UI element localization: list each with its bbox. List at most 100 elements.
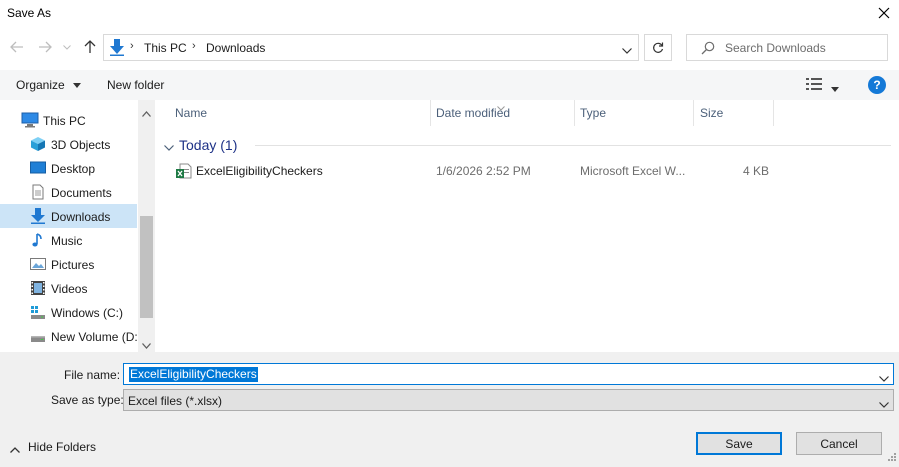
music-icon — [30, 232, 46, 248]
nav-item-label: Pictures — [51, 258, 95, 272]
nav-item-label: Music — [51, 234, 83, 248]
address-dropdown-button[interactable] — [622, 43, 632, 57]
save-as-type-dropdown-button[interactable] — [879, 397, 889, 411]
nav-item-label: This PC — [43, 114, 86, 128]
column-separator[interactable] — [773, 100, 774, 126]
file-size: 4 KB — [743, 164, 770, 178]
nav-item-label: Videos — [51, 282, 88, 296]
file-name-field[interactable]: ExcelEligibilityCheckers — [123, 363, 894, 385]
search-icon — [701, 41, 715, 58]
refresh-button[interactable] — [644, 34, 672, 61]
nav-item-label: Documents — [51, 186, 112, 200]
desktop-icon — [30, 160, 46, 176]
file-name-label: File name: — [64, 368, 121, 382]
back-button[interactable] — [8, 38, 26, 56]
save-as-type-label: Save as type: — [51, 393, 124, 407]
new-folder-button[interactable]: New folder — [107, 78, 164, 92]
arrow-left-icon — [10, 41, 23, 53]
nav-item-label: New Volume (D: — [51, 330, 137, 344]
breadcrumb-downloads[interactable]: Downloads — [206, 41, 265, 55]
breadcrumb-this-pc[interactable]: This PC — [144, 41, 187, 55]
group-collapse-button[interactable] — [164, 140, 174, 154]
navigation-pane: This PC 3D Objects Desktop Documents Dow… — [0, 100, 155, 352]
file-list: Name Date modified Type Size Today (1) E… — [155, 100, 899, 352]
column-separator[interactable] — [574, 100, 575, 126]
file-row[interactable]: ExcelEligibilityCheckers 1/6/2026 2:52 P… — [155, 160, 899, 182]
chevron-up-icon — [10, 442, 20, 456]
nav-item-this-pc[interactable]: This PC — [0, 108, 137, 132]
save-as-type-value: Excel files (*.xlsx) — [128, 394, 223, 408]
organize-label: Organize — [16, 78, 65, 92]
scroll-down-button[interactable] — [142, 338, 151, 352]
hide-folders-label: Hide Folders — [28, 440, 97, 454]
caret-down-icon — [831, 87, 839, 92]
breadcrumb-separator: › — [192, 40, 196, 52]
file-type: Microsoft Excel W... — [580, 164, 686, 178]
column-separator[interactable] — [430, 100, 431, 126]
scroll-up-button[interactable] — [142, 106, 151, 120]
help-button[interactable]: ? — [868, 76, 886, 94]
nav-scrollbar[interactable] — [138, 100, 155, 352]
scroll-thumb[interactable] — [140, 216, 153, 318]
up-button[interactable] — [81, 38, 99, 56]
computer-icon — [21, 112, 39, 128]
forward-button[interactable] — [36, 38, 54, 56]
nav-item-windows-c[interactable]: Windows (C:) — [0, 300, 137, 324]
column-header-type[interactable]: Type — [580, 106, 606, 120]
resize-grip-icon[interactable] — [888, 450, 896, 464]
refresh-icon — [653, 42, 664, 53]
nav-item-videos[interactable]: Videos — [0, 276, 137, 300]
column-header-date-modified[interactable]: Date modified — [436, 106, 510, 120]
window-title: Save As — [7, 6, 52, 20]
drive-d-icon — [30, 328, 46, 344]
nav-item-documents[interactable]: Documents — [0, 180, 137, 204]
arrow-up-icon — [84, 40, 96, 53]
file-name: ExcelEligibilityCheckers — [196, 164, 323, 178]
cancel-button[interactable]: Cancel — [796, 432, 882, 455]
chevron-up-icon — [142, 111, 151, 117]
view-options-button[interactable] — [806, 78, 822, 93]
breadcrumb-separator: › — [130, 40, 134, 52]
view-dropdown-button[interactable] — [831, 81, 839, 95]
save-button[interactable]: Save — [696, 432, 782, 455]
address-bar[interactable]: › This PC › Downloads — [103, 34, 639, 61]
column-header-size[interactable]: Size — [700, 106, 723, 120]
nav-item-label: Downloads — [51, 210, 111, 224]
nav-item-downloads[interactable]: Downloads — [0, 204, 137, 228]
title-bar: Save As — [0, 0, 899, 26]
nav-item-3d-objects[interactable]: 3D Objects — [0, 132, 137, 156]
nav-item-pictures[interactable]: Pictures — [0, 252, 137, 276]
downloads-icon — [109, 39, 125, 59]
chevron-down-icon — [879, 402, 889, 408]
organize-button[interactable]: Organize — [16, 78, 82, 92]
chevron-down-icon — [622, 48, 632, 54]
3d-objects-icon — [30, 136, 46, 152]
chevron-down-icon — [63, 44, 71, 50]
nav-item-label: Desktop — [51, 162, 96, 176]
drive-c-icon — [30, 304, 46, 320]
search-box[interactable] — [686, 34, 888, 61]
search-input[interactable] — [725, 39, 880, 57]
column-separator[interactable] — [693, 100, 694, 126]
save-as-type-select[interactable]: Excel files (*.xlsx) — [123, 389, 894, 411]
recent-locations-button[interactable] — [61, 38, 73, 56]
chevron-down-icon — [164, 145, 174, 151]
nav-item-desktop[interactable]: Desktop — [0, 156, 137, 180]
close-button[interactable] — [869, 0, 899, 26]
nav-item-new-volume-d[interactable]: New Volume (D: — [0, 324, 137, 348]
file-date-modified: 1/6/2026 2:52 PM — [436, 164, 531, 178]
column-header-name[interactable]: Name — [175, 106, 207, 120]
chevron-down-icon — [879, 376, 889, 382]
excel-file-icon — [176, 163, 192, 182]
pictures-icon — [30, 256, 46, 272]
file-name-dropdown-button[interactable] — [879, 371, 889, 385]
file-name-value: ExcelEligibilityCheckers — [129, 367, 258, 382]
nav-item-label: 3D Objects — [51, 138, 111, 152]
save-form-panel: File name: ExcelEligibilityCheckers Save… — [0, 352, 899, 467]
chevron-down-icon — [142, 343, 151, 349]
group-divider — [255, 145, 891, 146]
group-header-today[interactable]: Today (1) — [179, 137, 237, 153]
arrow-right-icon — [39, 41, 52, 53]
nav-item-music[interactable]: Music — [0, 228, 137, 252]
downloads-icon — [30, 208, 46, 224]
